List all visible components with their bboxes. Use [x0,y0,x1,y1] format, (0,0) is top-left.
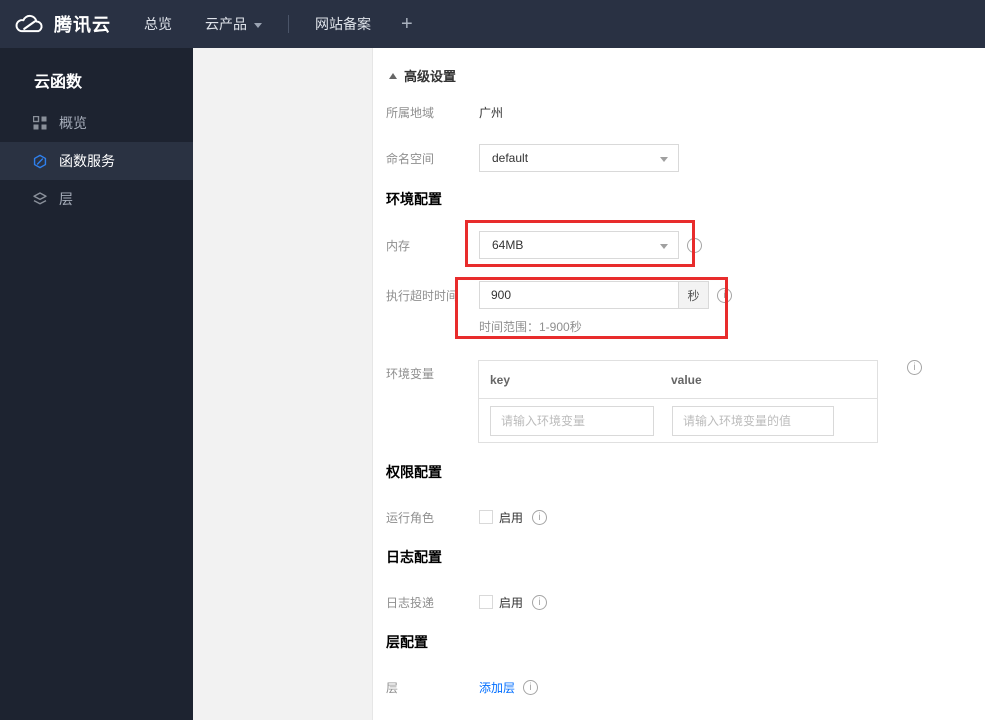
nav-item-cloud-products-label: 云产品 [205,16,247,32]
run-role-info-icon[interactable]: i [532,509,548,525]
grid-icon [33,116,47,130]
envvar-table: key value [478,360,878,443]
sidebar-item-layers-label: 层 [59,191,73,207]
brand-logo[interactable]: 腾讯云 [14,11,111,37]
timeout-hint: 时间范围：1-900秒 [479,320,582,334]
log-delivery-checkbox[interactable] [479,595,493,609]
run-role-enable-label: 启用 [499,510,524,525]
memory-info-icon[interactable]: i [687,237,702,253]
sidebar-item-overview-label: 概览 [59,115,87,131]
log-config-section-title: 日志配置 [386,549,442,565]
envvar-value-input[interactable] [672,406,834,436]
envvar-value-header: value [671,372,702,387]
log-delivery-row: 日志投递 启用 i [373,593,985,611]
run-role-row: 运行角色 启用 i [373,508,985,526]
app-root: 腾讯云 总览 云产品 网站备案 + 云函数 概览 函数服务 层 高级设置 所属地… [0,0,985,720]
timeout-input-group: 秒 [479,281,709,309]
sidebar-item-overview[interactable]: 概览 [0,104,193,142]
chevron-down-icon [660,157,668,162]
timeout-label: 执行超时时间 [386,288,459,303]
region-row: 所属地域 广州 [373,102,985,122]
advanced-settings-label: 高级设置 [404,69,457,84]
timeout-row: 执行超时时间 秒 i [373,281,985,309]
perm-config-section-title: 权限配置 [386,464,442,480]
namespace-dropdown[interactable]: default [479,144,679,172]
layer-config-section-title: 层配置 [386,634,428,650]
log-delivery-enable-label: 启用 [499,595,524,610]
advanced-settings-toggle[interactable]: 高级设置 [389,66,456,85]
timeout-info-icon[interactable]: i [717,287,732,303]
brand-name: 腾讯云 [54,15,111,35]
envvar-table-row [479,399,877,443]
envvar-info-icon[interactable]: i [907,360,922,375]
namespace-row: 命名空间 default [373,144,985,172]
secondary-panel [193,48,372,720]
namespace-label: 命名空间 [386,151,435,166]
envvar-key-header: key [490,372,511,387]
nav-item-overview[interactable]: 总览 [144,14,172,34]
chevron-down-icon [660,244,668,249]
nav-add-tab-button[interactable]: + [401,13,413,36]
timeout-input[interactable] [479,281,679,309]
tencent-cloud-icon [14,12,46,36]
chevron-down-icon [254,22,262,28]
sidebar-item-function-service[interactable]: 函数服务 [0,142,193,180]
sidebar-title: 云函数 [34,74,83,91]
top-navbar: 腾讯云 总览 云产品 网站备案 + [0,0,985,48]
log-delivery-label: 日志投递 [386,595,435,610]
sidebar-item-layers[interactable]: 层 [0,180,193,218]
layer-label: 层 [386,680,399,695]
add-layer-link[interactable]: 添加层 [479,679,515,696]
layer-row: 层 添加层 i [373,678,985,696]
envvar-table-header: key value [479,361,877,399]
nav-item-icp[interactable]: 网站备案 [315,14,371,34]
envvar-label: 环境变量 [386,366,435,381]
region-value: 广州 [479,105,504,120]
log-delivery-info-icon[interactable]: i [532,594,548,610]
sidebar-item-function-service-label: 函数服务 [59,153,115,169]
region-label: 所属地域 [386,105,435,120]
envvar-key-input[interactable] [490,406,654,436]
run-role-checkbox[interactable] [479,510,493,524]
scf-hexagon-icon [33,154,47,168]
memory-dropdown[interactable]: 64MB [479,231,679,259]
sidebar: 云函数 概览 函数服务 层 [0,48,193,720]
memory-row: 内存 64MB i [373,231,985,259]
memory-dropdown-value: 64MB [492,238,524,252]
timeout-unit-addon: 秒 [679,281,709,309]
nav-divider [288,15,289,33]
chevron-up-icon [389,72,397,79]
env-config-section-title: 环境配置 [386,191,442,207]
run-role-label: 运行角色 [386,510,435,525]
nav-item-cloud-products[interactable]: 云产品 [205,14,262,34]
namespace-dropdown-value: default [492,151,529,165]
layers-icon [33,192,47,206]
layer-info-icon[interactable]: i [523,679,539,695]
main-content: 高级设置 所属地域 广州 命名空间 default 环境配置 内存 64MB i [372,48,985,720]
memory-label: 内存 [386,238,411,253]
